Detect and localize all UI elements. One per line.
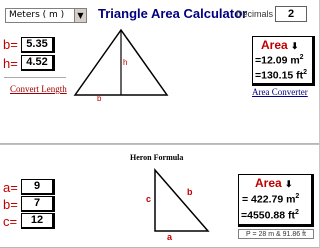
- heron-area-title: Area ⬇: [255, 176, 293, 190]
- diagram-b-label: b: [97, 94, 102, 103]
- area-metric-value: =12.09 m: [255, 54, 300, 67]
- diagram-c-label: c: [146, 194, 152, 204]
- area-converter-link[interactable]: Area Converter: [252, 87, 308, 97]
- heron-area-imperial: =4550.88 ft2: [241, 209, 299, 222]
- area-imperial: =130.15 ft2: [255, 69, 307, 82]
- heron-area-result-box: Area ⬇ = 422.79 m2 =4550.88 ft2: [238, 174, 314, 227]
- heron-area-metric-value: = 422.79 m: [242, 193, 296, 206]
- diagram-b-label: b: [187, 187, 193, 197]
- area-imperial-value: =130.15 ft: [255, 69, 304, 82]
- heron-calculator-pane: Heron Formula a= 9 b= 7 c= 12 c b a Area…: [0, 144, 320, 248]
- arrow-down-icon: ⬇: [285, 179, 293, 189]
- area-title-text: Area: [261, 38, 288, 52]
- perimeter-readout: P = 28 m & 91.86 ft: [238, 229, 314, 239]
- area-result-title: Area ⬇: [261, 38, 299, 52]
- area-metric: =12.09 m2: [255, 54, 304, 67]
- heron-area-metric: = 422.79 m2: [242, 193, 299, 206]
- area-imperial-exp: 2: [303, 69, 308, 76]
- heron-area-imperial-exp: 2: [295, 209, 299, 216]
- diagram-a-label: a: [167, 232, 173, 242]
- arrow-down-icon: ⬇: [291, 41, 299, 51]
- heron-triangle-shape: [154, 167, 210, 232]
- heron-area-imperial-value: =4550.88 ft: [241, 209, 295, 222]
- heron-area-metric-exp: 2: [295, 193, 300, 200]
- area-result-box: Area ⬇ =12.09 m2 =130.15 ft2: [252, 36, 315, 86]
- area-metric-exp: 2: [299, 54, 304, 61]
- triangle-calculator-pane: Meters ( m ) ▼ Triangle Area Calculator …: [0, 0, 320, 144]
- heron-area-title-text: Area: [255, 176, 282, 190]
- diagram-h-label: h: [123, 58, 128, 67]
